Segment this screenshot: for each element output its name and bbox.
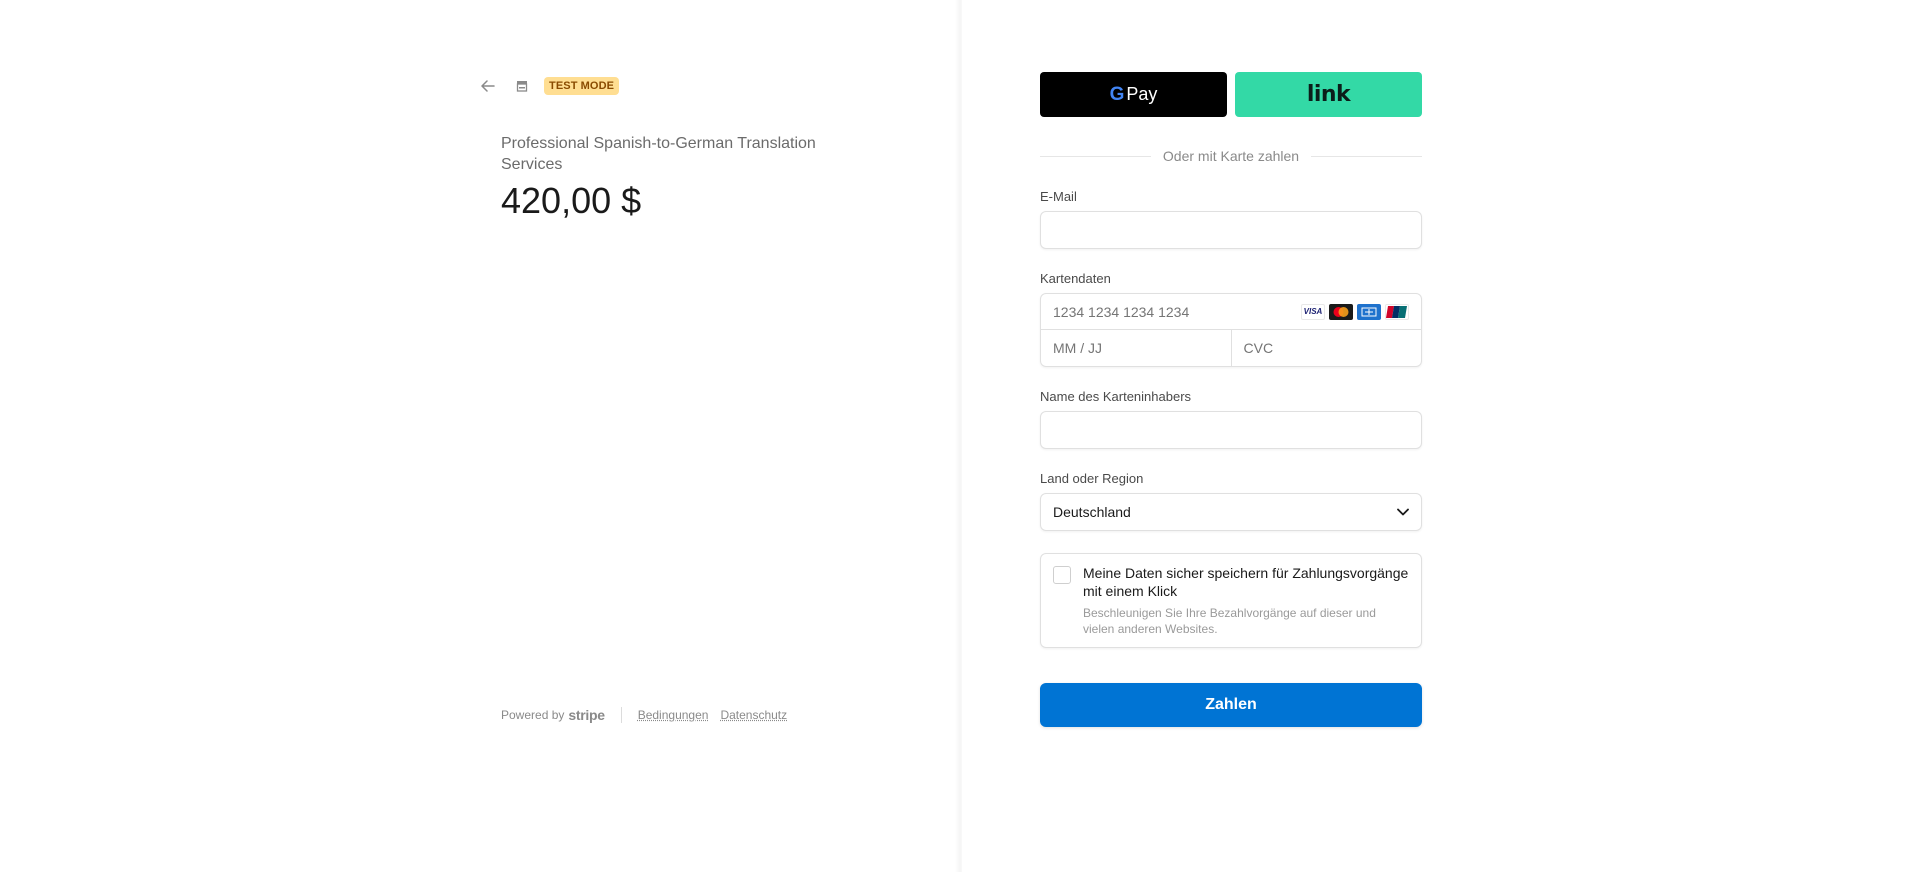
- country-select[interactable]: Deutschland: [1040, 493, 1422, 531]
- summary-header: TEST MODE: [478, 76, 620, 96]
- amex-icon: [1357, 303, 1381, 320]
- pay-button[interactable]: Zahlen: [1040, 683, 1422, 727]
- country-label: Land oder Region: [1040, 471, 1144, 486]
- country-value: Deutschland: [1053, 504, 1131, 520]
- privacy-link[interactable]: Datenschutz: [720, 708, 787, 722]
- terms-link[interactable]: Bedingungen: [638, 708, 709, 722]
- mastercard-icon: [1329, 303, 1353, 320]
- cardholder-group: Name des Karteninhabers: [1040, 389, 1422, 449]
- product-name: Professional Spanish-to-German Translati…: [501, 135, 816, 173]
- card-group: Kartendaten VISA: [1040, 271, 1422, 367]
- separator-line-right: [1311, 155, 1423, 157]
- card-expiry-cvc-row: [1041, 330, 1421, 366]
- save-info-text: Meine Daten sicher speichern für Zahlung…: [1083, 564, 1409, 637]
- card-number-field[interactable]: [1053, 303, 1301, 320]
- arrow-left-icon: [481, 80, 495, 92]
- chevron-down-icon: [1397, 508, 1409, 516]
- card-fields: VISA: [1040, 293, 1422, 367]
- price-total: 420,00 $: [501, 180, 642, 221]
- card-number-row: VISA: [1041, 294, 1421, 330]
- powered-by-stripe[interactable]: Powered by stripe: [501, 707, 605, 723]
- expiry-cell: [1041, 330, 1231, 366]
- footer-divider: [620, 707, 622, 723]
- email-label: E-Mail: [1040, 189, 1077, 204]
- payment-form: G Pay link Oder mit Karte zahlen E-Mail …: [1040, 72, 1423, 727]
- card-brands: VISA: [1301, 303, 1409, 320]
- powered-by-label: Powered by: [501, 708, 565, 722]
- google-pay-button[interactable]: G Pay: [1040, 72, 1227, 117]
- cardholder-name-field[interactable]: [1040, 411, 1422, 449]
- save-info-title: Meine Daten sicher speichern für Zahlung…: [1083, 565, 1409, 599]
- back-button[interactable]: [478, 76, 498, 96]
- stripe-logo: stripe: [568, 707, 605, 723]
- store-icon[interactable]: [512, 76, 532, 96]
- order-summary-pane: TEST MODE Professional Spanish-to-German…: [0, 0, 960, 872]
- save-info-subtitle: Beschleunigen Sie Ihre Bezahlvorgänge au…: [1083, 606, 1376, 636]
- test-mode-badge: TEST MODE: [544, 77, 620, 95]
- storefront-icon: [516, 81, 528, 92]
- expiry-field[interactable]: [1053, 340, 1219, 356]
- cardholder-label: Name des Karteninhabers: [1040, 389, 1192, 404]
- card-label: Kartendaten: [1040, 271, 1111, 286]
- card-separator: Oder mit Karte zahlen: [1040, 148, 1423, 164]
- unionpay-icon: [1385, 303, 1409, 320]
- separator-line-left: [1040, 155, 1151, 157]
- google-g-icon: G: [1109, 83, 1125, 105]
- visa-icon: VISA: [1301, 303, 1325, 320]
- save-info-checkbox[interactable]: [1053, 566, 1071, 584]
- link-pay-button[interactable]: link: [1235, 72, 1422, 117]
- google-pay-label: Pay: [1126, 84, 1158, 104]
- email-group: E-Mail: [1040, 189, 1422, 249]
- cvc-cell: [1230, 330, 1422, 366]
- save-info-box: Meine Daten sicher speichern für Zahlung…: [1040, 553, 1422, 648]
- email-field[interactable]: [1040, 211, 1422, 249]
- footer: Powered by stripe Bedingungen Datenschut…: [501, 707, 799, 723]
- link-logo: link: [1306, 82, 1351, 107]
- separator-text: Oder mit Karte zahlen: [1162, 148, 1300, 164]
- cvc-field[interactable]: [1243, 340, 1409, 356]
- country-group: Land oder Region Deutschland: [1040, 471, 1422, 531]
- wallet-buttons: G Pay link: [1040, 72, 1422, 117]
